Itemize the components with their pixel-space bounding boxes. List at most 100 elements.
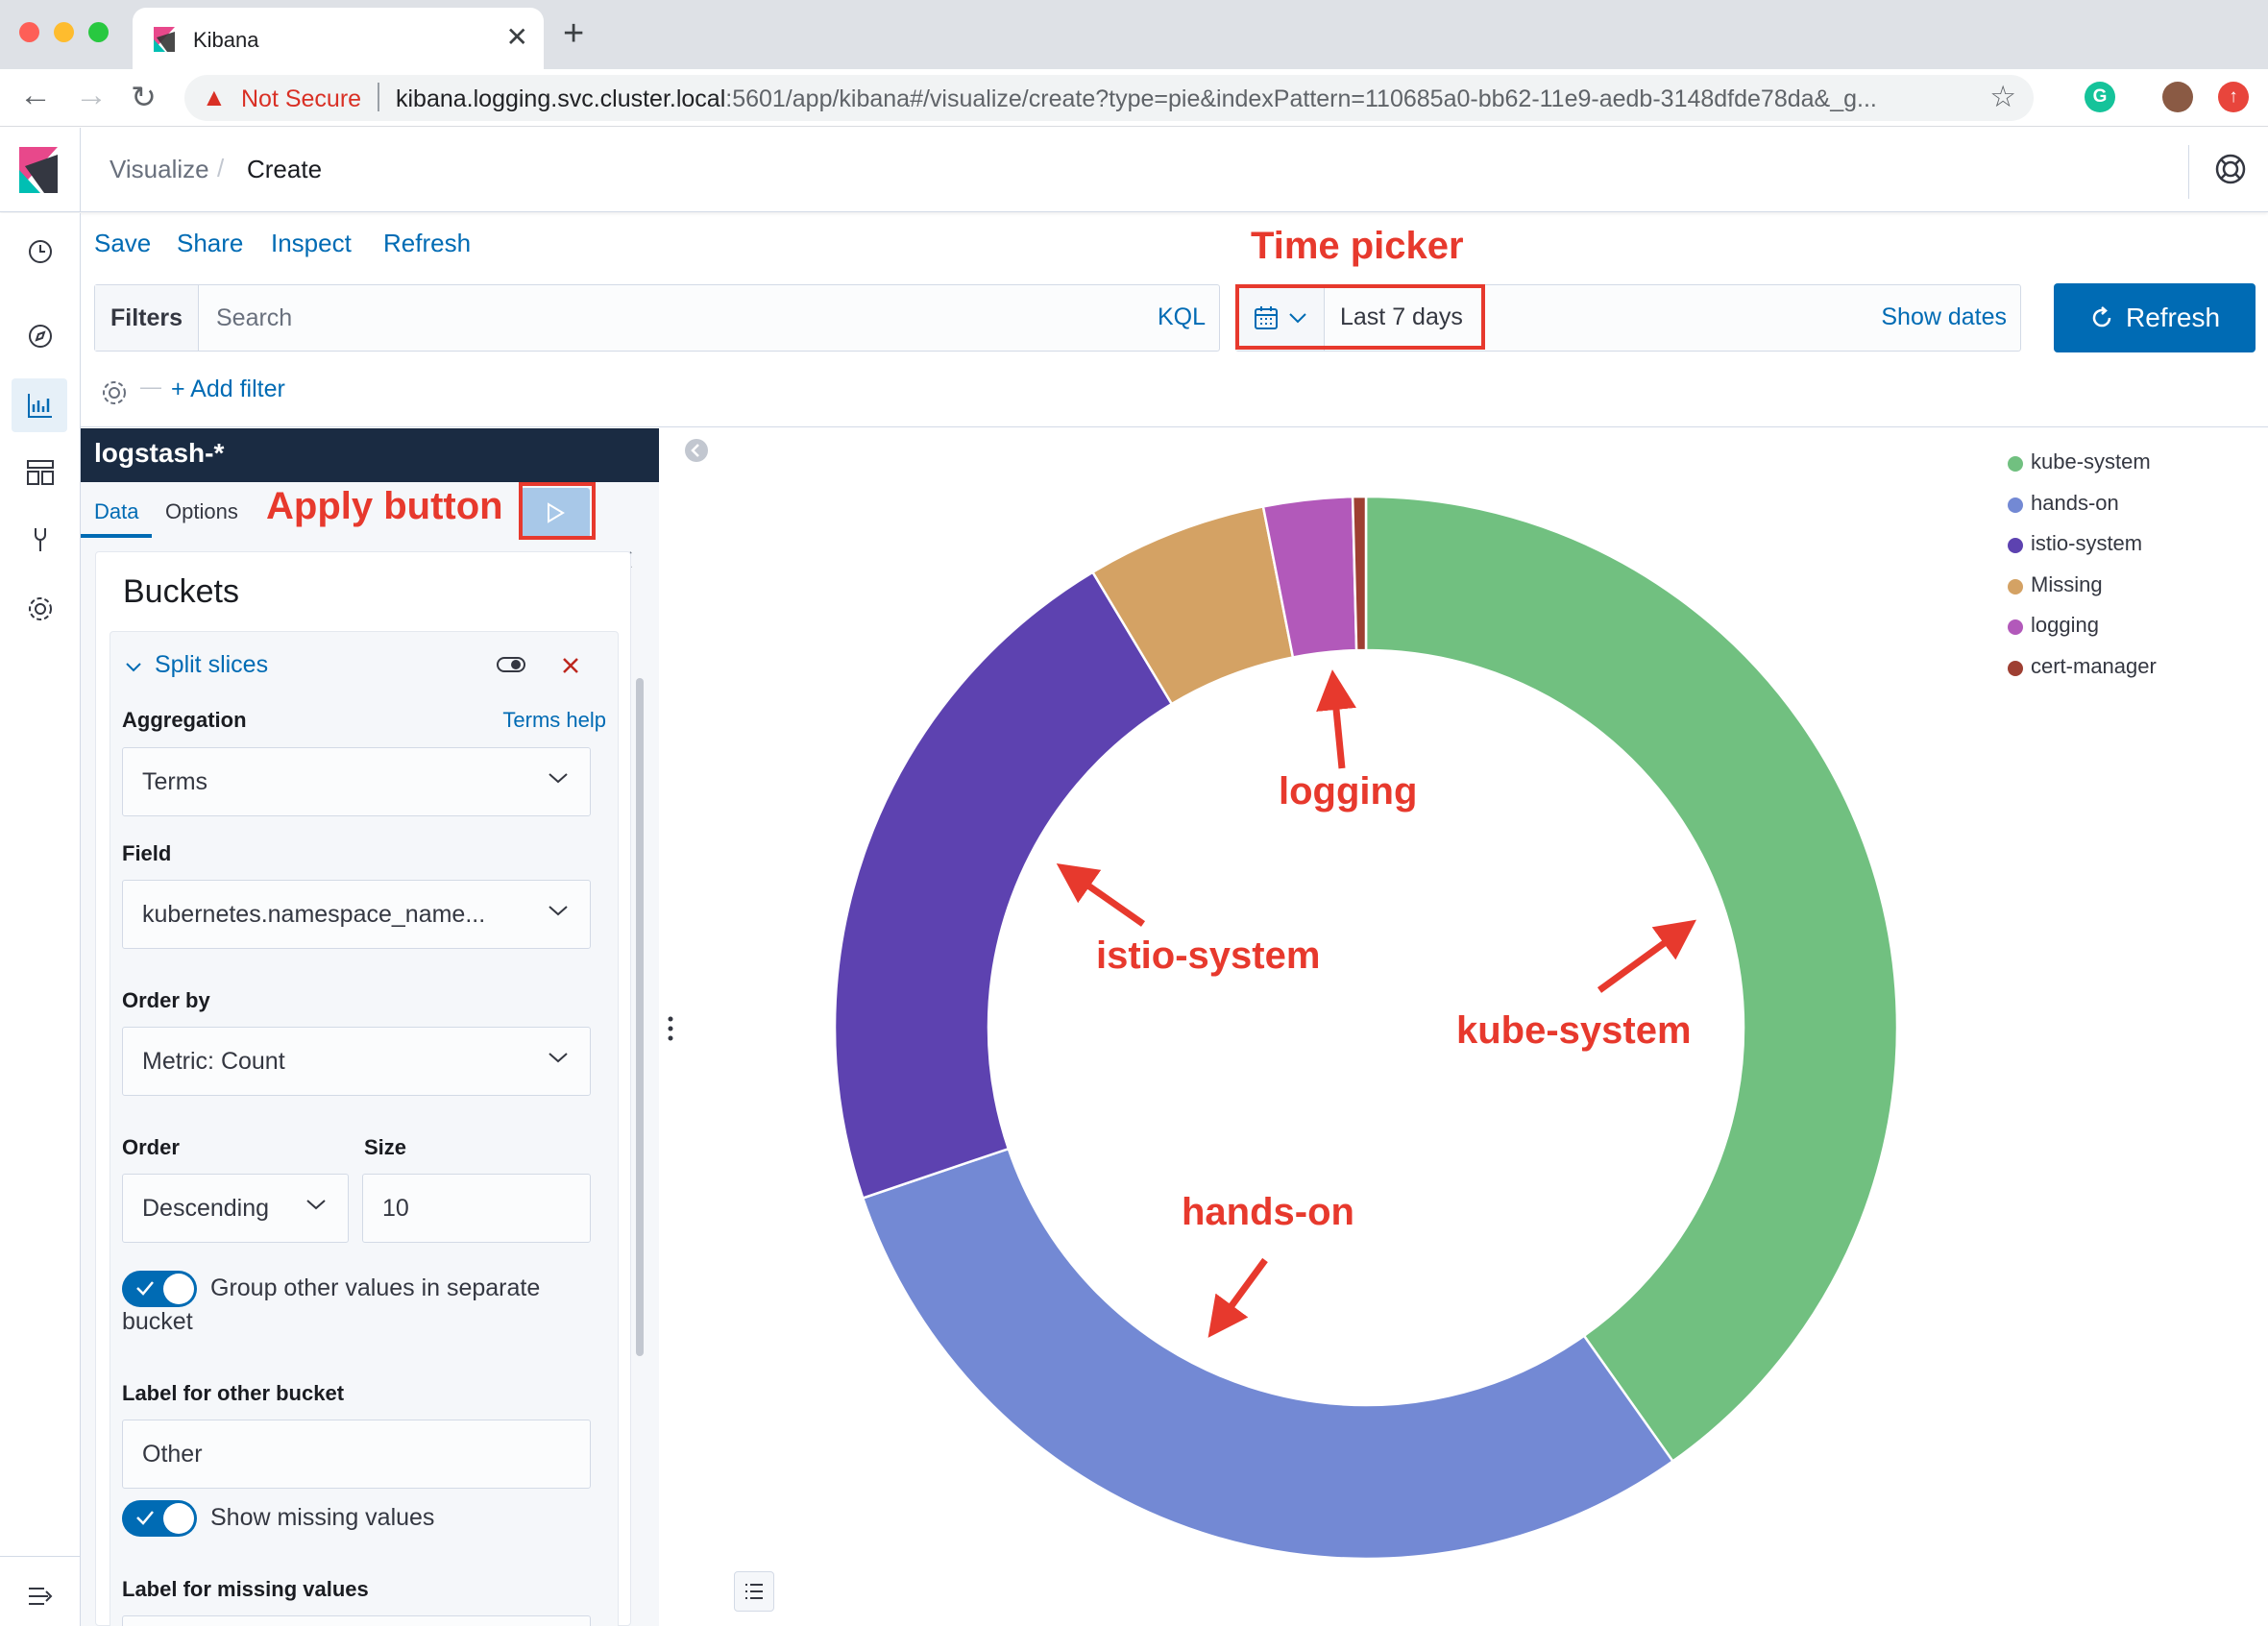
maximize-window-button[interactable]: [88, 22, 109, 42]
address-bar[interactable]: ▲ Not Secure kibana.logging.svc.cluster.…: [184, 75, 2034, 121]
search-input[interactable]: [201, 285, 1113, 351]
back-icon[interactable]: ←: [19, 77, 52, 114]
editor-scrollbar[interactable]: [636, 678, 644, 1356]
visualize-chart-icon[interactable]: [23, 388, 58, 423]
show-missing-toggle[interactable]: [122, 1500, 197, 1537]
size-input[interactable]: 10: [362, 1174, 591, 1243]
update-extension-icon[interactable]: ↑: [2218, 82, 2249, 112]
legend-color-dot: [2008, 497, 2023, 513]
terms-help-link[interactable]: Terms help: [502, 708, 606, 733]
legend-toggle-button[interactable]: [734, 1571, 774, 1612]
chevron-down-icon: [549, 906, 568, 916]
kql-toggle[interactable]: KQL: [1158, 303, 1206, 331]
field-select[interactable]: kubernetes.namespace_name...: [122, 880, 591, 949]
index-pattern-title: logstash-*: [81, 428, 659, 482]
chevron-down-icon: [306, 1200, 326, 1210]
dashboard-icon[interactable]: [23, 455, 58, 490]
inspect-link[interactable]: Inspect: [271, 229, 352, 258]
missing-bucket-label: Label for missing values: [122, 1577, 369, 1601]
buckets-title: Buckets: [123, 573, 239, 610]
legend-label: cert-manager: [2031, 653, 2157, 678]
missing-bucket-input[interactable]: [122, 1615, 591, 1626]
kube-system-annotation: kube-system: [1456, 1009, 1692, 1052]
tab-data[interactable]: Data: [94, 499, 138, 524]
legend-item-hands-on[interactable]: hands-on: [2008, 489, 2257, 518]
collapse-nav-icon[interactable]: [23, 1579, 58, 1614]
tab-close-icon[interactable]: ✕: [506, 21, 528, 53]
split-slices-title[interactable]: Split slices: [155, 651, 268, 679]
not-secure-label[interactable]: Not Secure: [241, 85, 361, 113]
minimize-window-button[interactable]: [54, 22, 74, 42]
check-icon: [136, 1281, 154, 1296]
add-filter-link[interactable]: + Add filter: [171, 376, 285, 403]
new-tab-icon[interactable]: +: [563, 13, 584, 55]
refresh-button-label: Refresh: [2125, 303, 2221, 332]
breadcrumb-visualize[interactable]: Visualize: [110, 155, 209, 184]
refresh-button[interactable]: Refresh: [2054, 283, 2256, 352]
size-label: Size: [364, 1135, 407, 1159]
browser-toolbar: ← → ↻ ▲ Not Secure kibana.logging.svc.cl…: [0, 69, 2268, 127]
forward-icon[interactable]: →: [75, 77, 108, 114]
kibana-side-nav: [0, 213, 81, 1626]
chevron-down-icon: [549, 1053, 568, 1063]
tab-options[interactable]: Options: [165, 499, 238, 524]
bookmark-star-icon[interactable]: ☆: [1989, 80, 2016, 114]
legend-item-istio-system[interactable]: istio-system: [2008, 529, 2257, 558]
tab-title: Kibana: [193, 28, 259, 52]
show-dates-link[interactable]: Show dates: [1881, 303, 2007, 331]
breadcrumb-create: Create: [247, 155, 323, 183]
filter-settings-gear-icon[interactable]: [100, 378, 129, 407]
list-icon: [745, 1584, 763, 1599]
logging-annotation: logging: [1279, 770, 1418, 813]
aggregation-label: Aggregation: [122, 708, 247, 732]
check-icon: [136, 1511, 154, 1525]
legend-item-logging[interactable]: logging: [2008, 611, 2257, 640]
apply-button-annotation-box: [519, 482, 596, 540]
legend-item-cert-manager[interactable]: cert-manager: [2008, 652, 2257, 681]
dev-tools-wrench-icon[interactable]: [23, 522, 58, 557]
browser-tabstrip: Kibana ✕ +: [0, 0, 2268, 69]
warning-icon: ▲: [202, 83, 227, 111]
pie-slice-istio-system[interactable]: [833, 570, 1174, 1201]
remove-agg-icon[interactable]: [560, 655, 581, 676]
other-bucket-label: Label for other bucket: [122, 1381, 345, 1405]
legend-label: istio-system: [2031, 531, 2143, 555]
kibana-favicon-icon: [154, 27, 175, 52]
close-window-button[interactable]: [19, 22, 39, 42]
grammarly-extension-icon[interactable]: G: [2085, 82, 2115, 112]
management-gear-icon[interactable]: [23, 592, 58, 626]
save-link[interactable]: Save: [94, 229, 151, 258]
buckets-panel: Buckets Split slices Aggregation Terms h…: [95, 551, 631, 1626]
time-picker-annotation: Time picker: [1251, 225, 1464, 267]
apply-button-annotation: Apply button: [266, 485, 503, 527]
url-text[interactable]: kibana.logging.svc.cluster.local:5601/ap…: [396, 85, 1877, 113]
other-bucket-input[interactable]: Other: [122, 1420, 591, 1489]
legend-item-missing[interactable]: Missing: [2008, 570, 2257, 599]
order-by-select[interactable]: Metric: Count: [122, 1027, 591, 1096]
profile-avatar[interactable]: [2162, 82, 2193, 112]
visualization-editor-sidebar: logstash-* Data Options Buckets Split sl…: [81, 428, 659, 1626]
chevron-down-icon[interactable]: [124, 661, 143, 674]
kibana-header: Visualize / Create: [0, 128, 2268, 212]
filters-button[interactable]: Filters: [95, 285, 199, 351]
chevron-down-icon: [549, 773, 568, 784]
order-by-label: Order by: [122, 988, 210, 1012]
help-lifebuoy-icon[interactable]: [2214, 153, 2247, 185]
order-select[interactable]: Descending: [122, 1174, 349, 1243]
legend-color-dot: [2008, 578, 2023, 595]
toggle-agg-icon[interactable]: [497, 655, 525, 674]
legend-color-dot: [2008, 456, 2023, 472]
refresh-link[interactable]: Refresh: [383, 229, 471, 258]
recently-viewed-clock-icon[interactable]: [23, 234, 58, 269]
browser-tab[interactable]: Kibana ✕: [133, 8, 544, 69]
legend-label: Missing: [2031, 571, 2103, 596]
share-link[interactable]: Share: [177, 229, 243, 258]
aggregation-select[interactable]: Terms: [122, 747, 591, 816]
group-other-toggle[interactable]: [122, 1271, 197, 1307]
show-missing-label: Show missing values: [210, 1504, 435, 1531]
reload-icon[interactable]: ↻: [131, 79, 157, 115]
legend-item-kube-system[interactable]: kube-system: [2008, 448, 2257, 476]
pie-slice-kube-system[interactable]: [1364, 495, 1899, 1464]
discover-compass-icon[interactable]: [23, 319, 58, 353]
kibana-logo-icon[interactable]: [19, 147, 58, 193]
